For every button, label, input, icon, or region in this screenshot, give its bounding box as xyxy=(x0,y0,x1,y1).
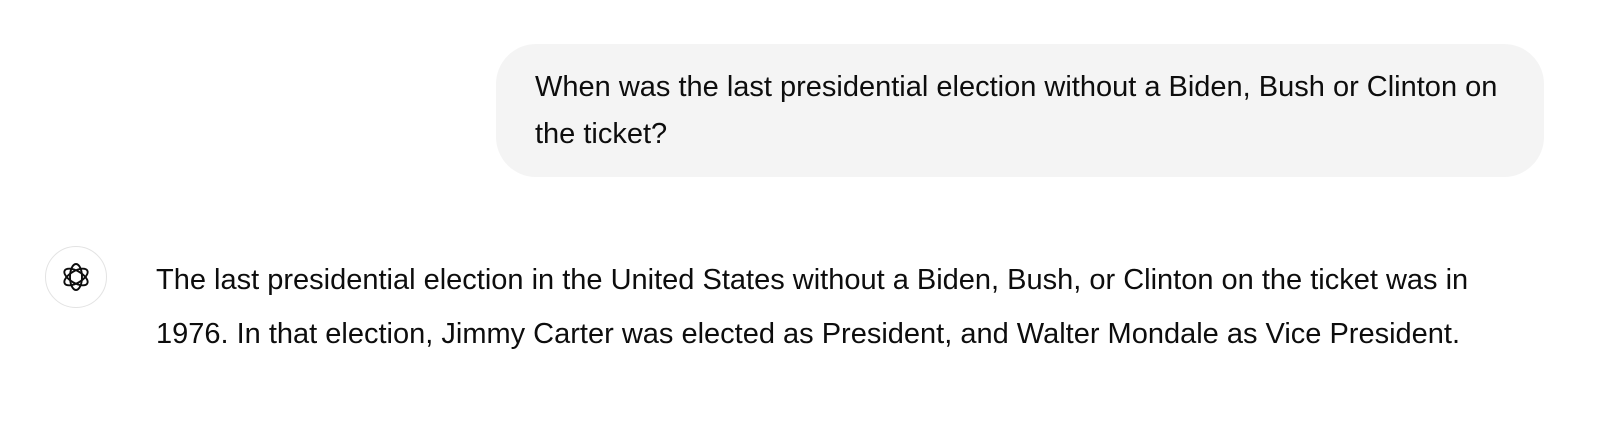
user-message-text: When was the last presidential election … xyxy=(535,71,1498,150)
openai-logo-icon xyxy=(63,263,89,291)
assistant-message-text: The last presidential election in the Un… xyxy=(156,264,1469,350)
assistant-avatar xyxy=(45,246,107,308)
user-message-bubble: When was the last presidential election … xyxy=(496,44,1544,177)
